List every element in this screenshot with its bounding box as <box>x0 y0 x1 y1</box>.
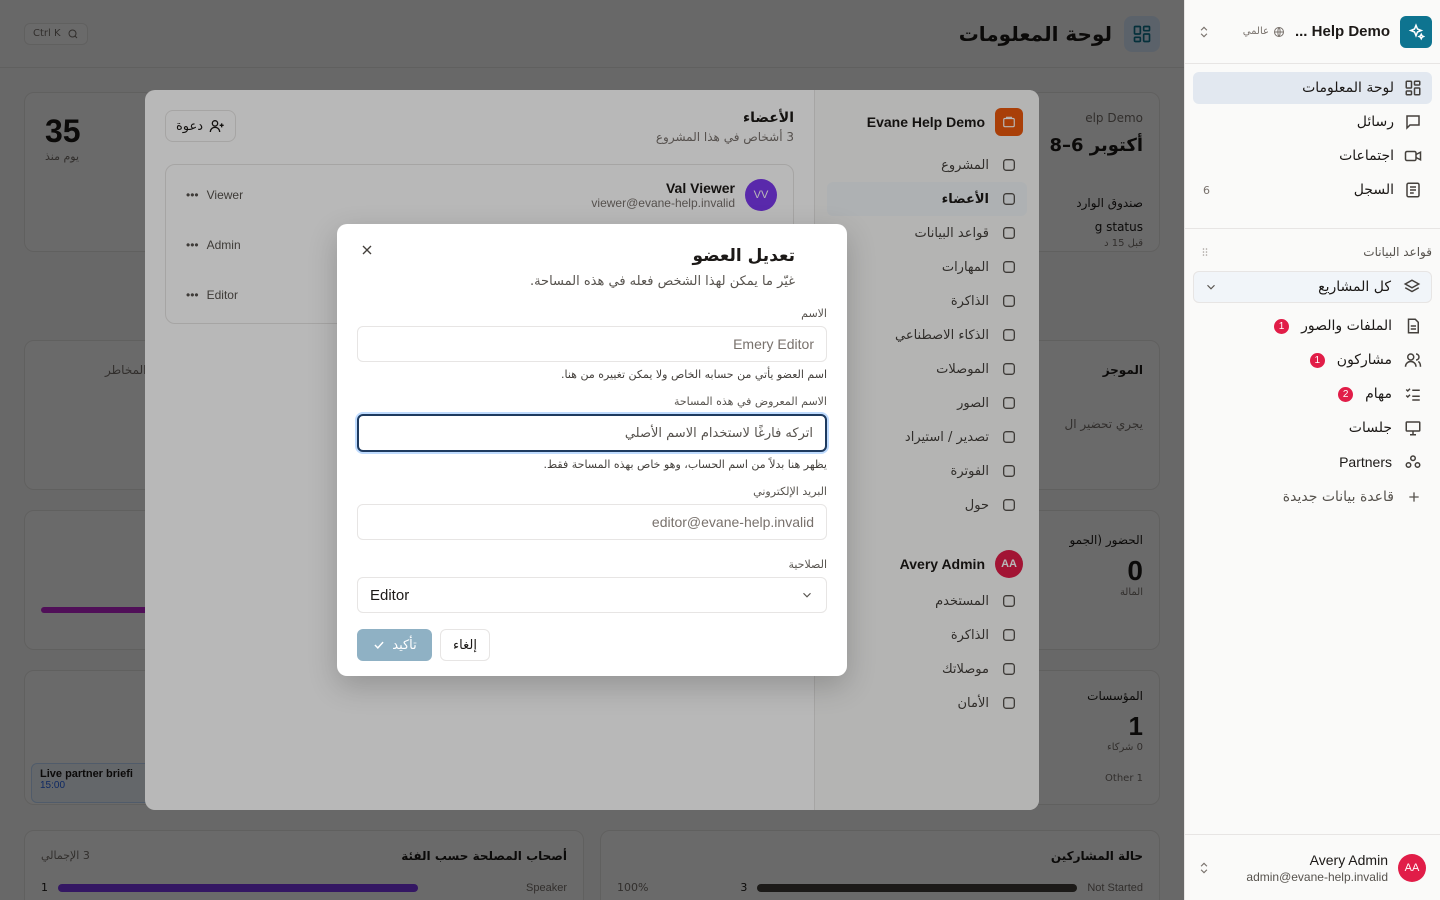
sidebar-item-label: لوحة المعلومات <box>1302 80 1394 96</box>
sidebar-item-label: رسائل <box>1356 114 1394 130</box>
role-value: Editor <box>370 586 410 604</box>
email-value: editor@evane-help.invalid <box>651 514 814 530</box>
log-count: 6 <box>1203 183 1210 197</box>
confirm-label: تأكيد <box>392 637 417 653</box>
name-field: Emery Editor <box>357 326 827 362</box>
user-menu[interactable]: AA Avery Admin admin@evane-help.invalid <box>1185 834 1440 900</box>
sidebar-item-label: اجتماعات <box>1339 148 1394 164</box>
checklist-icon <box>1405 388 1420 401</box>
workspace-name: Help Demo ... <box>1294 23 1390 40</box>
all-projects-select[interactable]: كل المشاريع <box>1193 271 1432 303</box>
count-badge: 1 <box>1274 318 1290 334</box>
partners-icon <box>1405 455 1421 468</box>
sidebar-item-label: السجل <box>1353 182 1394 198</box>
sidebar-nav: لوحة المعلومات رسائل اجتماعات السجل 6 <box>1185 64 1440 216</box>
sidebar-item-dashboard[interactable]: لوحة المعلومات <box>1193 72 1432 104</box>
workspace-scope-label: عالمي <box>1242 26 1269 37</box>
check-icon <box>374 641 384 649</box>
close-icon[interactable] <box>355 242 375 262</box>
display-name-placeholder: اتركه فارغًا لاستخدام الاسم الأصلي <box>624 425 813 441</box>
sidebar-item-log[interactable]: السجل 6 <box>1193 174 1432 206</box>
modal-subtitle: غيّر ما يمكن لهذا الشخص فعله في هذه المس… <box>529 274 795 289</box>
display-name-input[interactable]: اتركه فارغًا لاستخدام الاسم الأصلي <box>357 414 827 452</box>
sidebar-item-sessions[interactable]: جلسات <box>1185 411 1440 445</box>
layers-icon <box>1403 279 1421 293</box>
sidebar-item-participants[interactable]: مشاركون 1 <box>1185 343 1440 377</box>
log-icon <box>1406 182 1420 198</box>
new-database-label: قاعدة بيانات جديدة <box>1282 489 1394 505</box>
new-database-button[interactable]: قاعدة بيانات جديدة <box>1185 479 1440 515</box>
email-field: editor@evane-help.invalid <box>357 504 827 540</box>
workspace-scope: عالمي <box>1243 26 1285 38</box>
edit-member-modal: تعديل العضو غيّر ما يمكن لهذا الشخص فعله… <box>337 224 847 676</box>
sidebar: Help Demo ... عالمي لوحة المعلومات رسائل… <box>1184 0 1440 900</box>
sidebar-item-label: مشاركون <box>1336 352 1392 368</box>
role-label: الصلاحية <box>788 558 827 571</box>
cancel-label: إلغاء <box>453 637 477 653</box>
chevron-updown-icon <box>1197 861 1211 875</box>
users-icon <box>1404 353 1422 367</box>
role-select[interactable]: Editor <box>357 577 827 613</box>
all-projects-label: كل المشاريع <box>1318 279 1391 295</box>
drag-handle-icon[interactable] <box>1199 246 1211 258</box>
message-icon <box>1406 115 1420 130</box>
sidebar-item-label: Partners <box>1339 454 1392 470</box>
file-icon <box>1407 318 1419 334</box>
name-hint: اسم العضو يأتي من حسابه الخاص ولا يمكن ت… <box>560 368 827 381</box>
dashboard-icon <box>1405 80 1421 96</box>
workspace-logo-icon <box>1400 15 1432 48</box>
user-email: admin@evane-help.invalid <box>1246 869 1388 884</box>
sidebar-item-tasks[interactable]: مهام 2 <box>1185 377 1440 411</box>
cancel-button[interactable]: إلغاء <box>440 629 490 661</box>
sidebar-item-label: الملفات والصور <box>1301 318 1392 334</box>
count-badge: 2 <box>1338 386 1354 402</box>
presentation-icon <box>1405 421 1421 436</box>
sidebar-item-meetings[interactable]: اجتماعات <box>1193 140 1432 172</box>
plus-icon <box>1409 492 1419 502</box>
sidebar-item-label: مهام <box>1365 386 1392 402</box>
chevron-down-icon <box>803 592 811 598</box>
chevron-updown-icon <box>1197 25 1211 39</box>
sidebar-item-partners[interactable]: Partners <box>1185 445 1440 479</box>
video-icon <box>1404 150 1422 162</box>
user-name: Avery Admin <box>1309 851 1388 868</box>
name-value: Emery Editor <box>733 336 814 352</box>
email-label: البريد الإلكتروني <box>753 485 827 498</box>
confirm-button[interactable]: تأكيد <box>357 629 432 661</box>
databases-heading: قواعد البيانات <box>1185 229 1440 265</box>
modal-title: تعديل العضو <box>692 246 796 266</box>
sidebar-item-files[interactable]: الملفات والصور 1 <box>1185 309 1440 343</box>
workspace-switcher[interactable]: Help Demo ... عالمي <box>1185 0 1440 64</box>
sidebar-item-messages[interactable]: رسائل <box>1193 106 1432 138</box>
name-label: الاسم <box>801 307 827 320</box>
globe-icon <box>1273 26 1284 37</box>
databases-heading-label: قواعد البيانات <box>1363 245 1432 259</box>
display-name-label: الاسم المعروض في هذه المساحة <box>673 395 827 408</box>
count-badge: 1 <box>1309 352 1325 368</box>
modal-actions: تأكيد إلغاء <box>357 629 827 661</box>
sidebar-item-label: جلسات <box>1348 420 1392 436</box>
avatar: AA <box>1398 853 1426 882</box>
display-name-hint: يظهر هنا بدلاً من اسم الحساب، وهو خاص به… <box>543 458 827 471</box>
chevron-down-icon <box>1207 284 1215 290</box>
